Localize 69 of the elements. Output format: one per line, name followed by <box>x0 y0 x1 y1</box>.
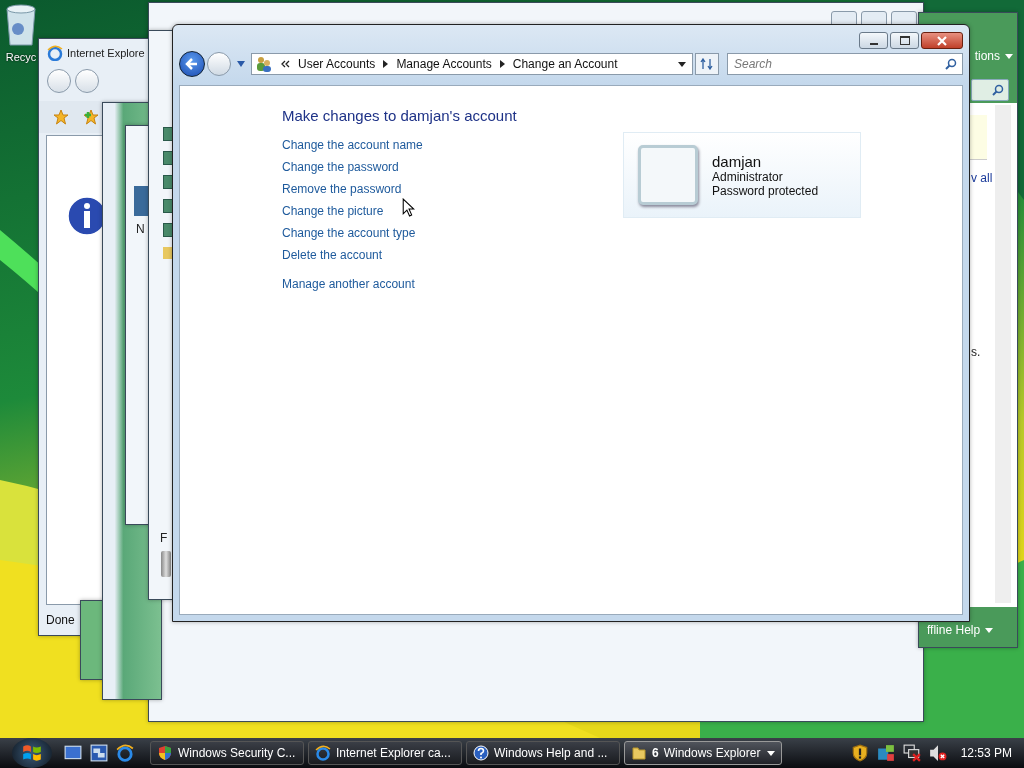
help-icon <box>473 745 489 761</box>
close-button[interactable] <box>921 32 963 49</box>
desktop-icon-label[interactable]: Recyc <box>5 51 37 63</box>
task-link[interactable]: Change the picture <box>282 204 623 219</box>
shield-icon <box>157 745 173 761</box>
account-name: damjan <box>712 152 763 170</box>
recent-pages-icon[interactable] <box>237 61 245 67</box>
caret-icon <box>767 750 775 756</box>
security-shield-icon[interactable] <box>850 744 869 762</box>
address-bar[interactable]: User Accounts Manage Accounts Change an Account <box>251 53 693 75</box>
task-link[interactable]: Delete the account <box>282 248 623 263</box>
task-link[interactable]: Change the password <box>282 160 623 175</box>
account-status: Password protected <box>712 183 819 198</box>
folder-icon <box>631 745 647 761</box>
back-arrow-icon <box>184 56 200 72</box>
browser-logo-icon <box>315 745 331 761</box>
search-field[interactable]: Search <box>727 53 963 75</box>
start-button[interactable] <box>12 738 52 768</box>
taskbar-button[interactable]: Internet Explorer ca... <box>308 741 462 765</box>
folder-icon[interactable] <box>163 247 173 259</box>
network-icon[interactable] <box>876 744 895 762</box>
window-title: Internet Explore <box>67 47 145 59</box>
breadcrumb-item[interactable]: Manage Accounts <box>396 57 492 71</box>
refresh-icon <box>700 58 714 70</box>
users-icon <box>256 56 272 72</box>
network-disconnected-icon[interactable] <box>902 744 921 762</box>
caret-icon <box>985 627 994 633</box>
caret-icon <box>1005 53 1013 59</box>
task-link[interactable]: Remove the password <box>282 182 623 197</box>
speaker-muted-icon[interactable] <box>928 744 947 762</box>
page-heading: Make changes to damjan's account <box>282 106 517 126</box>
breadcrumb-item[interactable]: User Accounts <box>298 57 376 71</box>
minimize-button[interactable] <box>859 32 888 49</box>
star-icon[interactable] <box>53 109 69 125</box>
overflow-chevron-icon[interactable] <box>280 60 290 68</box>
close-icon <box>937 35 947 46</box>
switch-windows-icon[interactable] <box>90 744 108 762</box>
search-icon <box>992 84 1004 96</box>
taskbar-button[interactable]: Windows Security C... <box>150 741 304 765</box>
show-desktop-icon[interactable] <box>64 744 82 762</box>
task-link[interactable]: Manage another account <box>282 277 623 292</box>
column-header: N <box>136 222 145 236</box>
browser-logo-icon[interactable] <box>116 744 134 762</box>
forward-button[interactable] <box>75 69 99 93</box>
back-button[interactable] <box>179 51 205 77</box>
dropdown-arrow-icon[interactable] <box>678 61 686 67</box>
help-text: s. <box>971 345 981 359</box>
task-link[interactable]: Change the account type <box>282 226 623 241</box>
breadcrumb-arrow-icon[interactable] <box>383 60 389 68</box>
drive-icon <box>161 551 171 577</box>
help-link[interactable]: v all <box>971 171 993 185</box>
clock[interactable]: 12:53 PM <box>960 746 1012 760</box>
pane-label: F <box>160 531 168 545</box>
mouse-cursor-icon <box>402 198 415 217</box>
browser-logo-icon <box>47 45 63 61</box>
taskbar-button[interactable]: Windows Help and ... <box>466 741 620 765</box>
taskbar-button[interactable]: 6 Windows Explorer <box>624 741 782 765</box>
account-type: Administrator <box>712 169 784 184</box>
recycle-bin-icon[interactable] <box>3 3 39 47</box>
windows-logo-icon <box>21 742 43 764</box>
task-link[interactable]: Change the account name <box>282 138 623 153</box>
search-icon <box>945 58 957 70</box>
breadcrumb-arrow-icon[interactable] <box>499 60 505 68</box>
status-text: Done <box>46 613 75 627</box>
add-star-icon[interactable] <box>83 109 99 125</box>
search-field[interactable] <box>971 79 1009 101</box>
refresh-button[interactable] <box>695 53 719 75</box>
breadcrumb-item[interactable]: Change an Account <box>512 57 618 71</box>
maximize-button[interactable] <box>890 32 919 49</box>
